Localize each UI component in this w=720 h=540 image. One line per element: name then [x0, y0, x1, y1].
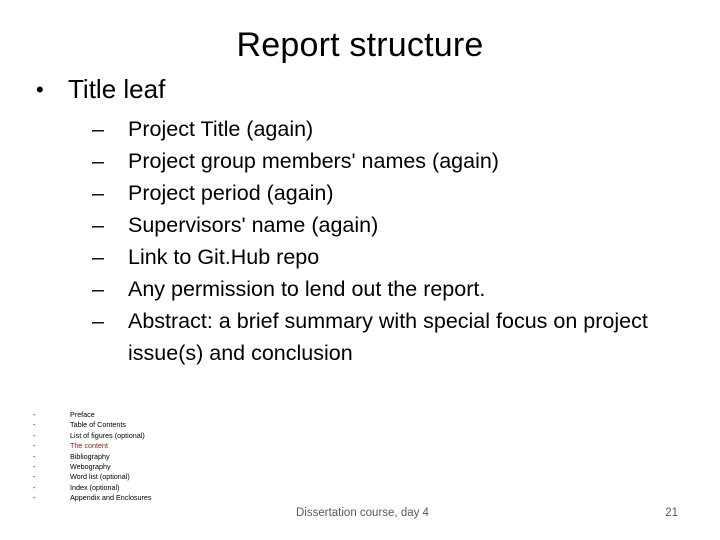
- dash-marker: –: [92, 277, 104, 301]
- dash-marker: -: [33, 410, 36, 419]
- outline-item: - Table of Contents: [20, 420, 152, 430]
- sub-bullet: – Project Title (again): [92, 113, 712, 145]
- outline-item: - Bibliography: [20, 452, 152, 462]
- sub-bullet-text: Project group members' names (again): [128, 149, 499, 173]
- outline-item: - List of figures (optional): [20, 431, 152, 441]
- outline-item-text: Bibliography: [70, 451, 110, 461]
- sub-bullet-text: Project period (again): [128, 181, 334, 205]
- slide-title: Report structure: [236, 26, 484, 64]
- sub-bullet: – Abstract: a brief summary with special …: [92, 305, 712, 369]
- bullet-marker: •: [36, 76, 44, 102]
- outline-item-text: Table of Contents: [70, 420, 126, 430]
- outline-item-highlighted: - The content: [20, 441, 152, 451]
- dash-marker: -: [33, 420, 36, 430]
- outline-item-text: Word list (optional): [70, 472, 130, 482]
- dash-marker: -: [33, 462, 36, 472]
- dash-marker: -: [33, 493, 36, 503]
- sub-bullet: – Link to Git.Hub repo: [92, 241, 712, 273]
- report-outline-list: - Preface - Table of Contents - List of fig…: [20, 410, 152, 504]
- sub-bullet: – Project period (again): [92, 177, 712, 209]
- dash-marker: -: [33, 451, 36, 461]
- dash-marker: –: [92, 117, 104, 141]
- dash-marker: –: [92, 245, 104, 269]
- outline-item-text: Appendix and Enclosures: [70, 493, 152, 503]
- dash-marker: -: [33, 441, 36, 451]
- main-bullet-text: Title leaf: [68, 74, 166, 104]
- outline-item: - Appendix and Enclosures: [20, 493, 152, 503]
- outline-item-text: List of figures (optional): [70, 430, 145, 440]
- dash-marker: –: [92, 213, 104, 237]
- sub-bullet: – Any permission to lend out the report.: [92, 273, 712, 305]
- sub-bullet-text: Any permission to lend out the report.: [128, 277, 486, 301]
- page-number: 21: [665, 507, 678, 519]
- outline-item-text: The content: [70, 441, 108, 451]
- outline-item: - Index (optional): [20, 483, 152, 493]
- dash-marker: -: [33, 472, 36, 482]
- outline-item: - Webography: [20, 462, 152, 472]
- sub-bullet: – Supervisors' name (again): [92, 209, 712, 241]
- footer-text: Dissertation course, day 4: [296, 507, 429, 519]
- sub-bullet: – Project group members' names (again): [92, 145, 712, 177]
- outline-item: - Word list (optional): [20, 472, 152, 482]
- outline-item: - Preface: [20, 410, 152, 420]
- main-bullet: • Title leaf: [36, 74, 165, 105]
- outline-item-text: Index (optional): [70, 482, 120, 492]
- sub-bullet-text: Link to Git.Hub repo: [128, 245, 320, 269]
- dash-marker: -: [33, 430, 36, 440]
- dash-marker: -: [33, 482, 36, 492]
- dash-marker: –: [92, 181, 104, 205]
- sub-bullet-text: Project Title (again): [128, 117, 314, 141]
- sub-bullet-list: – Project Title (again) – Project group me…: [92, 113, 712, 369]
- dash-marker: –: [92, 149, 104, 173]
- outline-item-text: Webography: [70, 462, 111, 472]
- outline-item-text: Preface: [70, 410, 95, 419]
- sub-bullet-text: Abstract: a brief summary with special f…: [128, 309, 648, 365]
- dash-marker: –: [92, 309, 104, 333]
- sub-bullet-text: Supervisors' name (again): [128, 213, 379, 237]
